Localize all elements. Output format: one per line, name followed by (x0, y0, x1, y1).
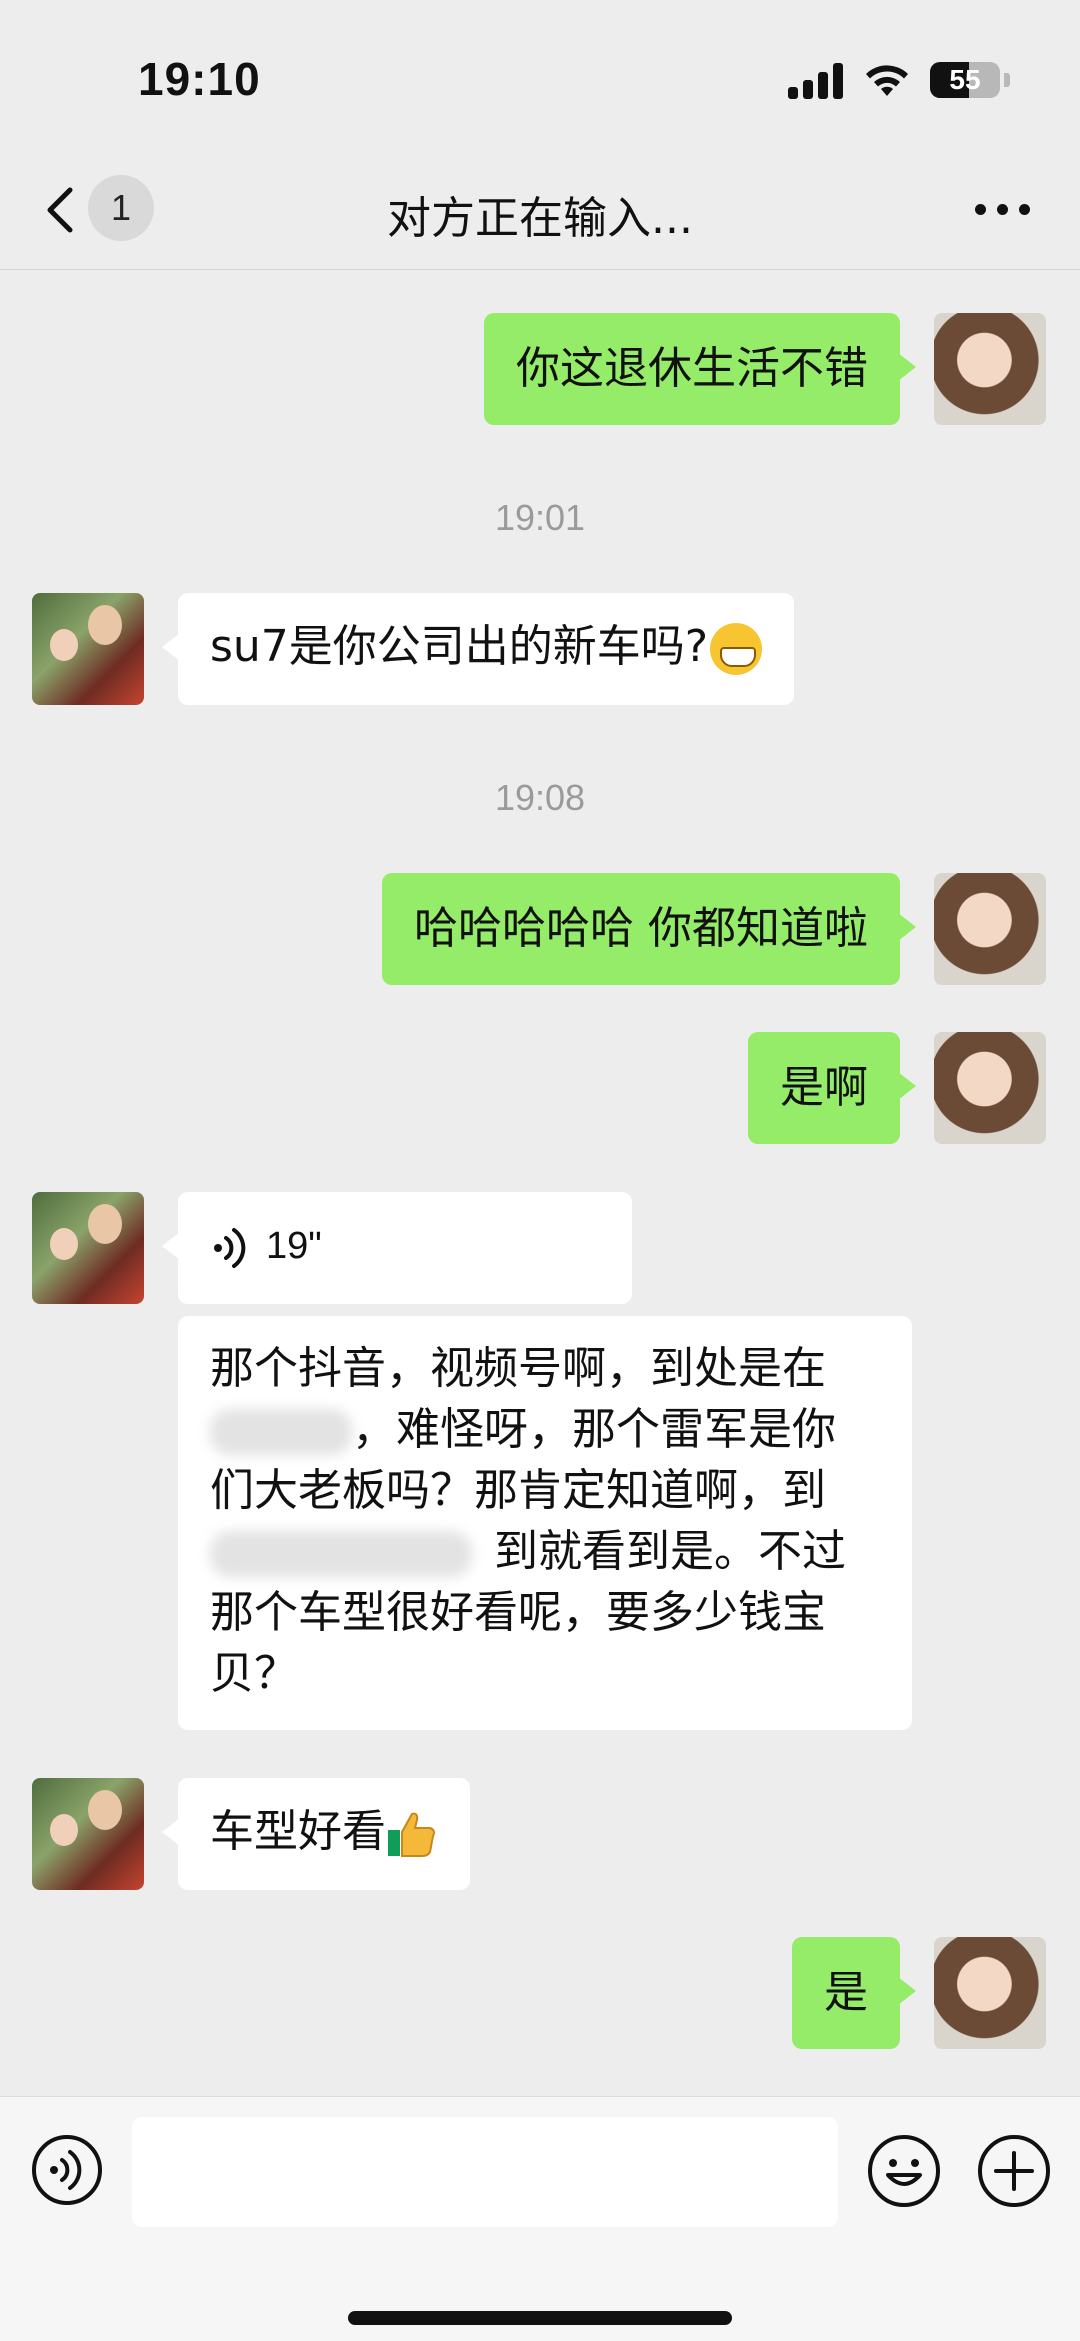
transcript-line: 到就看到是。不过 (210, 1521, 880, 1582)
message-bubble-sent[interactable]: 你这退休生活不错 (484, 313, 916, 425)
self-avatar[interactable] (934, 873, 1046, 985)
input-bar (0, 2096, 1080, 2341)
transcript-line: 们大老板吗？那肯定知道啊，到 (210, 1465, 826, 1516)
contact-avatar[interactable] (32, 1778, 144, 1890)
contact-avatar[interactable] (32, 593, 144, 705)
transcript-line: ，难怪呀，那个雷军是你 (210, 1399, 880, 1460)
self-avatar[interactable] (934, 1032, 1046, 1144)
self-avatar[interactable] (934, 313, 1046, 425)
transcript-line: 那个车型很好看呢，要多少钱宝 (210, 1587, 826, 1638)
wifi-icon (866, 65, 908, 96)
grinning-face-emoji-icon (710, 623, 763, 675)
thumbs-up-emoji-icon (388, 1812, 435, 1857)
more-options-icon[interactable] (975, 204, 1030, 215)
voice-input-icon[interactable] (30, 2133, 104, 2207)
voice-transcript-bubble[interactable]: 那个抖音，视频号啊，到处是在 ，难怪呀，那个雷军是你 们大老板吗？那肯定知道啊，… (178, 1316, 912, 1730)
message-input[interactable] (132, 2117, 838, 2227)
redacted-text-mask (210, 1409, 352, 1455)
timestamp: 19:08 (494, 777, 586, 818)
message-bubble-sent[interactable]: 是 (792, 1937, 916, 2049)
transcript-line: 贝？ (210, 1648, 298, 1699)
message-list[interactable]: 你这退休生活不错 19:01 su7是你公司出的新车吗? 19:08 哈哈哈哈哈… (0, 271, 1080, 2096)
voice-duration: 19" (266, 1225, 322, 1267)
voice-message-bubble[interactable]: 19" (162, 1192, 632, 1304)
message-bubble-received[interactable]: 车型好看 (162, 1778, 470, 1890)
battery-icon: 55 (930, 62, 1000, 98)
message-text: 是 (824, 1967, 868, 2018)
timestamp: 19:01 (494, 497, 586, 538)
status-icons: 55 (788, 58, 1010, 102)
message-bubble-sent[interactable]: 是啊 (748, 1032, 916, 1144)
home-indicator (348, 2311, 732, 2325)
message-bubble-received[interactable]: su7是你公司出的新车吗? (161, 593, 795, 705)
status-time: 19:10 (138, 53, 261, 105)
message-bubble-sent[interactable]: 哈哈哈哈哈 你都知道啦 (382, 873, 916, 985)
message-text: su7是你公司出的新车吗? (210, 621, 709, 672)
self-avatar[interactable] (934, 1937, 1046, 2049)
battery-nub (1004, 73, 1010, 87)
cellular-signal-icon (788, 61, 844, 99)
page-title: 对方正在输入... (387, 193, 693, 244)
plus-icon[interactable] (976, 2133, 1052, 2209)
contact-avatar[interactable] (32, 1192, 144, 1304)
voice-wave-icon (214, 1227, 246, 1268)
redacted-text-mask (210, 1531, 472, 1577)
chat-header: 1 对方正在输入... (0, 150, 1080, 270)
message-text: 哈哈哈哈哈 你都知道啦 (414, 903, 868, 954)
message-text: 是啊 (780, 1062, 868, 1113)
transcript-line: 那个抖音，视频号啊，到处是在 (210, 1343, 826, 1394)
status-bar: 19:10 55 (0, 0, 1080, 150)
message-text: 你这退休生活不错 (516, 343, 868, 394)
battery-percentage: 55 (949, 64, 981, 95)
message-text: 车型好看 (210, 1806, 386, 1857)
emoji-icon[interactable] (866, 2133, 942, 2209)
